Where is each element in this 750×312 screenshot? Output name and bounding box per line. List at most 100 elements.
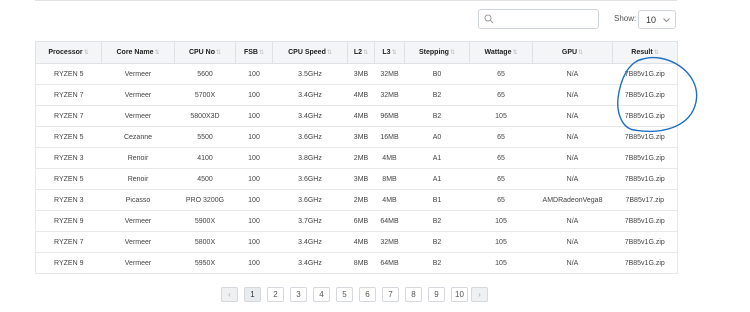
table-row: RYZEN 5 Vermeer 5600 100 3.5GHz 3MB 32MB B0 65 N/…: [35, 63, 678, 85]
page-button[interactable]: 6: [359, 287, 376, 302]
table-cell: N/A: [532, 63, 613, 85]
table-cell[interactable]: 7B85v1G.zip: [612, 168, 678, 190]
next-page-button[interactable]: ›: [471, 287, 488, 302]
sort-icon[interactable]: ⇅: [154, 50, 159, 56]
table-cell: 4MB: [347, 231, 375, 253]
table-cell[interactable]: 7B85v17.zip: [612, 189, 678, 211]
table-cell: 65: [469, 168, 533, 190]
column-header[interactable]: L3⇅: [374, 41, 405, 64]
column-header-label: Result: [631, 49, 653, 56]
table-cell: A0: [404, 126, 470, 148]
column-header-label: Stepping: [419, 49, 449, 56]
table-cell[interactable]: 7B85v1G.zip: [612, 63, 678, 85]
table-cell: 100: [235, 126, 273, 148]
sort-icon[interactable]: ⇅: [84, 50, 89, 56]
page-button[interactable]: 2: [267, 287, 284, 302]
table-cell[interactable]: 7B85v1G.zip: [612, 147, 678, 169]
table-cell: 100: [235, 252, 273, 274]
table-cell: 3.4GHz: [272, 231, 348, 253]
table-cell: B0: [404, 63, 470, 85]
page-button[interactable]: 9: [428, 287, 445, 302]
column-header-label: GPU: [561, 49, 578, 56]
table-cell: 100: [235, 189, 273, 211]
table-cell: RYZEN 7: [35, 231, 102, 253]
table-row: RYZEN 7 Vermeer 5700X 100 3.4GHz 4MB 32MB B2 65 N…: [35, 84, 678, 106]
sort-icon[interactable]: ⇅: [512, 50, 517, 56]
table-cell: 65: [469, 147, 533, 169]
table-cell: 100: [235, 63, 273, 85]
table-cell[interactable]: 7B85v1G.zip: [612, 231, 678, 253]
table-cell: 5950X: [174, 252, 236, 274]
page-size-select[interactable]: 10: [638, 10, 676, 29]
table-cell: B2: [404, 231, 470, 253]
column-header[interactable]: Stepping⇅: [404, 41, 470, 64]
table-cell: Picasso: [101, 189, 175, 211]
table-cell: Vermeer: [101, 63, 175, 85]
table-cell: 5600: [174, 63, 236, 85]
table-cell: 100: [235, 105, 273, 127]
column-header-label: CPU No: [188, 49, 216, 56]
table-cell: N/A: [532, 252, 613, 274]
table-cell: 3.8GHz: [272, 147, 348, 169]
table-cell: 5900X: [174, 210, 236, 232]
table-cell: 3MB: [347, 126, 375, 148]
search-icon: [484, 14, 494, 24]
page-button[interactable]: 7: [382, 287, 399, 302]
column-header[interactable]: Processor⇅: [35, 41, 102, 64]
table-cell[interactable]: 7B85v1G.zip: [612, 105, 678, 127]
column-header[interactable]: FSB⇅: [235, 41, 273, 64]
sort-icon[interactable]: ⇅: [654, 50, 659, 56]
page-button[interactable]: 8: [405, 287, 422, 302]
table-cell: 100: [235, 147, 273, 169]
column-header[interactable]: GPU⇅: [532, 41, 613, 64]
column-header[interactable]: CPU Speed⇅: [272, 41, 348, 64]
top-divider: [35, 0, 677, 1]
page-button[interactable]: 5: [336, 287, 353, 302]
table-cell: Cezanne: [101, 126, 175, 148]
table-cell: 4MB: [374, 189, 405, 211]
table-cell: 3.7GHz: [272, 210, 348, 232]
column-header[interactable]: Wattage⇅: [469, 41, 533, 64]
table-cell: A1: [404, 147, 470, 169]
column-header[interactable]: CPU No⇅: [174, 41, 236, 64]
table-cell: N/A: [532, 84, 613, 106]
table-cell: RYZEN 7: [35, 84, 102, 106]
column-header-label: L3: [382, 49, 391, 56]
table-cell[interactable]: 7B85v1G.zip: [612, 126, 678, 148]
table-cell: RYZEN 3: [35, 189, 102, 211]
column-header[interactable]: Core Name⇅: [101, 41, 175, 64]
sort-icon[interactable]: ⇅: [216, 50, 221, 56]
page-button[interactable]: 3: [290, 287, 307, 302]
sort-icon[interactable]: ⇅: [392, 50, 397, 56]
column-header[interactable]: L2⇅: [347, 41, 375, 64]
search-input[interactable]: [478, 9, 599, 29]
table-cell: B2: [404, 210, 470, 232]
table-cell[interactable]: 7B85v1G.zip: [612, 210, 678, 232]
table-cell: N/A: [532, 231, 613, 253]
sort-icon[interactable]: ⇅: [578, 50, 583, 56]
table-cell: 5500: [174, 126, 236, 148]
table-cell: 65: [469, 84, 533, 106]
table-cell: 100: [235, 210, 273, 232]
column-header[interactable]: Result⇅: [612, 41, 678, 64]
table-cell: 2MB: [347, 147, 375, 169]
prev-page-button[interactable]: ‹: [221, 287, 238, 302]
table-cell: B2: [404, 105, 470, 127]
sort-icon[interactable]: ⇅: [450, 50, 455, 56]
table-cell: RYZEN 3: [35, 147, 102, 169]
table-cell: Vermeer: [101, 84, 175, 106]
table-cell: RYZEN 5: [35, 63, 102, 85]
sort-icon[interactable]: ⇅: [327, 50, 332, 56]
table-cell[interactable]: 7B85v1G.zip: [612, 84, 678, 106]
table-cell: RYZEN 5: [35, 168, 102, 190]
page-button[interactable]: 1: [244, 287, 261, 302]
sort-icon[interactable]: ⇅: [259, 50, 264, 56]
table-row: RYZEN 3 Picasso PRO 3200G 100 3.6GHz 2MB 4MB B1…: [35, 189, 678, 211]
page-button[interactable]: 10: [451, 287, 468, 302]
table-cell: 96MB: [374, 105, 405, 127]
column-header-label: Processor: [48, 49, 83, 56]
page-button[interactable]: 4: [313, 287, 330, 302]
table-cell: RYZEN 7: [35, 105, 102, 127]
table-cell[interactable]: 7B85v1G.zip: [612, 252, 678, 274]
sort-icon[interactable]: ⇅: [363, 50, 368, 56]
